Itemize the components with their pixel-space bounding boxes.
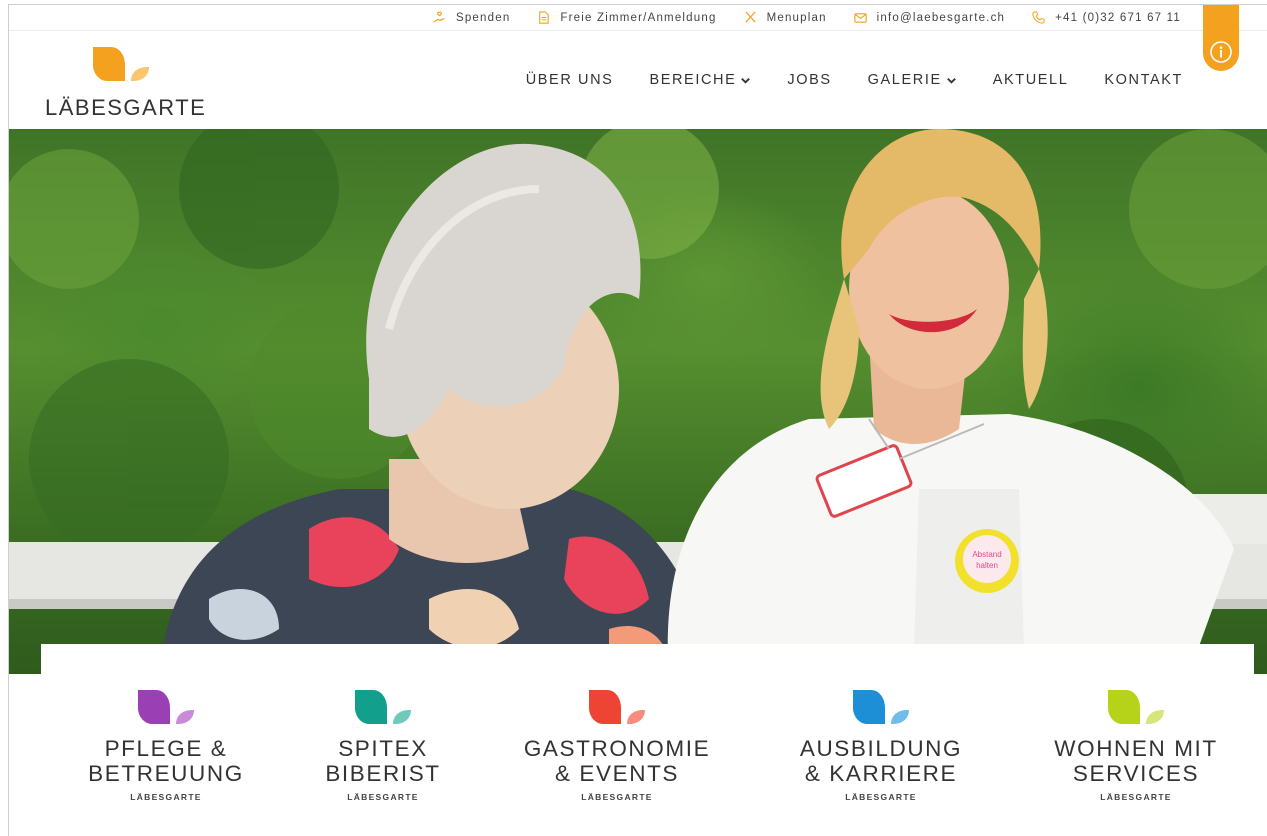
nav-label: GALERIE (867, 72, 942, 88)
topbar-phone-link[interactable]: +41 (0)32 671 67 11 (1031, 10, 1181, 25)
cutlery-icon (744, 11, 756, 23)
category-gastronomy[interactable]: GASTRONOMIE & EVENTS LÄBESGARTE (512, 690, 722, 802)
category-title-line2: BIBERIST (325, 761, 441, 786)
info-tab[interactable] (1203, 5, 1239, 71)
chevron-down-icon (946, 77, 956, 84)
category-subtitle: LÄBESGARTE (581, 792, 653, 802)
topbar-email-link[interactable]: info@laebesgarte.ch (853, 10, 1005, 25)
nav-item-contact[interactable]: KONTAKT (1104, 72, 1183, 88)
category-subtitle: LÄBESGARTE (1100, 792, 1172, 802)
category-title-line1: PFLEGE & (104, 736, 228, 761)
donation-hand-icon (433, 11, 445, 23)
badge-text-line1: Abstand (972, 550, 1001, 559)
leaf-logo-icon (93, 47, 149, 81)
nav-item-gallery[interactable]: GALERIE (868, 72, 957, 88)
nav-item-jobs[interactable]: JOBS (787, 72, 831, 88)
nav-item-news[interactable]: AKTUELL (993, 72, 1069, 88)
nav-label: JOBS (787, 72, 832, 88)
category-title-line2: BETREUUNG (88, 761, 244, 786)
nav-label: BEREICHE (649, 72, 737, 88)
category-title-line1: GASTRONOMIE (523, 736, 711, 761)
document-icon (539, 11, 550, 24)
nav-label: ÜBER UNS (525, 72, 614, 88)
category-title-line1: SPITEX (338, 736, 428, 761)
badge-text-line2: halten (976, 561, 998, 570)
topbar-phone-label: +41 (0)32 671 67 11 (1055, 11, 1181, 24)
leaf-lime-icon (1108, 690, 1164, 724)
topbar-menu-link[interactable]: Menuplan (743, 10, 827, 25)
category-title-line1: AUSBILDUNG (799, 736, 963, 761)
site-logo[interactable]: LÄBESGARTE (45, 47, 205, 122)
category-title-line2: & EVENTS (554, 761, 680, 786)
category-care[interactable]: PFLEGE & BETREUUNG LÄBESGARTE (81, 690, 251, 802)
brand-name: LÄBESGARTE (45, 95, 207, 120)
category-subtitle: LÄBESGARTE (130, 792, 202, 802)
category-title-line2: & KARRIERE (804, 761, 958, 786)
nav-item-areas[interactable]: BEREICHE (649, 72, 751, 88)
mail-icon (853, 13, 867, 23)
page-frame: Spenden Freie Zimmer/Anmeldung Menuplan … (8, 4, 1267, 836)
phone-icon (1032, 11, 1045, 24)
top-utility-bar: Spenden Freie Zimmer/Anmeldung Menuplan … (9, 5, 1267, 31)
hero-image: Abstand halten (9, 129, 1267, 674)
nav-label: KONTAKT (1104, 72, 1183, 88)
category-living[interactable]: WOHNEN MIT SERVICES LÄBESGARTE (1038, 690, 1234, 802)
category-spitex[interactable]: SPITEX BIBERIST LÄBESGARTE (313, 690, 453, 802)
leaf-blue-icon (853, 690, 909, 724)
category-panel: PFLEGE & BETREUUNG LÄBESGARTE SPITEX BIB… (41, 644, 1254, 836)
category-education[interactable]: AUSBILDUNG & KARRIERE LÄBESGARTE (781, 690, 981, 802)
leaf-purple-icon (138, 690, 194, 724)
chevron-down-icon (741, 77, 751, 84)
main-nav: ÜBER UNS BEREICHE JOBS GALERIE AKTUELL K… (526, 72, 1183, 88)
info-icon (1210, 41, 1232, 63)
topbar-email-label: info@laebesgarte.ch (876, 11, 1006, 24)
topbar-donate-label: Spenden (455, 11, 511, 24)
category-title-line2: SERVICES (1072, 761, 1200, 786)
category-subtitle: LÄBESGARTE (845, 792, 917, 802)
topbar-rooms-link[interactable]: Freie Zimmer/Anmeldung (536, 10, 716, 25)
leaf-red-icon (589, 690, 645, 724)
nav-item-about[interactable]: ÜBER UNS (526, 72, 614, 88)
leaf-teal-icon (355, 690, 411, 724)
topbar-donate-link[interactable]: Spenden (432, 10, 510, 25)
topbar-menu-label: Menuplan (766, 11, 827, 24)
category-subtitle: LÄBESGARTE (347, 792, 419, 802)
hero-illustration: Abstand halten (9, 129, 1267, 674)
nav-label: AKTUELL (992, 72, 1069, 88)
category-title-line1: WOHNEN MIT (1054, 736, 1218, 761)
topbar-rooms-label: Freie Zimmer/Anmeldung (560, 11, 717, 24)
